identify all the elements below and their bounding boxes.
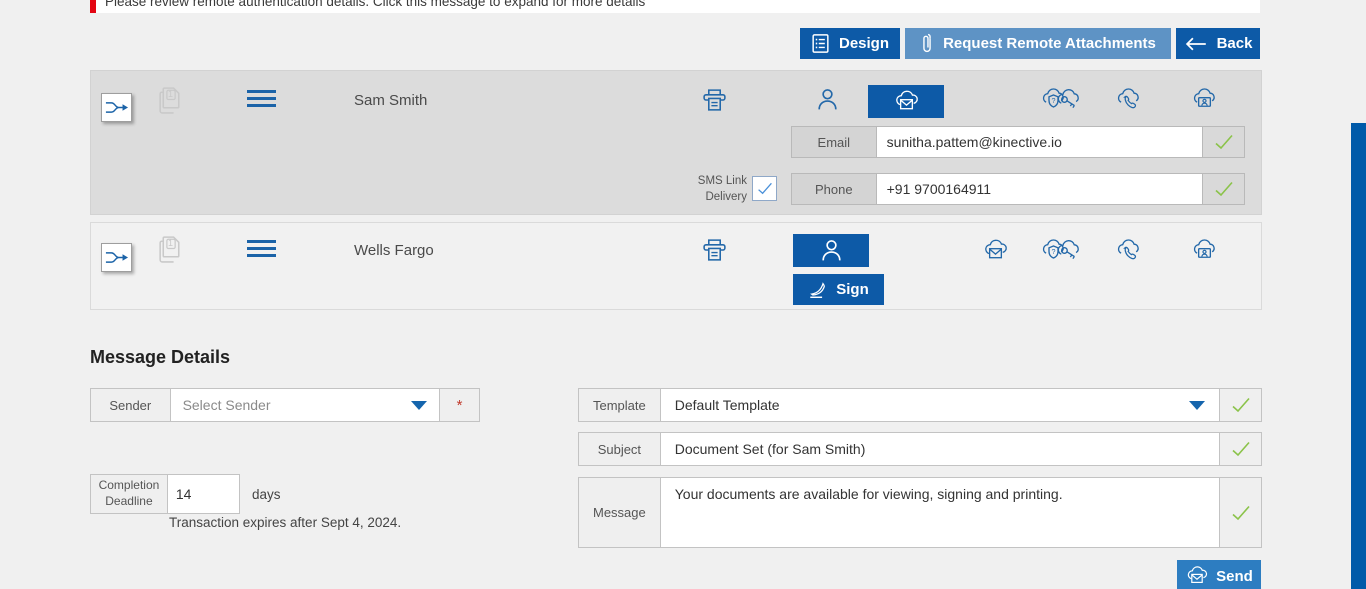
template-valid-cell (1219, 389, 1261, 421)
notification-bar[interactable]: Please review remote authentication deta… (90, 0, 1260, 13)
phone-input[interactable] (877, 174, 1203, 204)
sms-link-delivery-label: SMS Link Delivery (687, 174, 747, 205)
completion-deadline-input[interactable] (176, 486, 231, 502)
sender-label: Sender (91, 389, 171, 421)
merge-arrows-icon (105, 99, 129, 116)
message-textarea[interactable]: Your documents are available for viewing… (675, 478, 1205, 547)
email-field-group: Email (791, 126, 1245, 158)
cloud-envelope-icon (893, 88, 920, 115)
send-button[interactable]: Send (1177, 560, 1261, 589)
subject-valid-cell (1219, 433, 1261, 465)
blue-check-icon (757, 182, 773, 195)
template-value: Default Template (675, 397, 780, 413)
recipient-name: Wells Fargo (354, 242, 434, 259)
printer-icon[interactable] (701, 236, 728, 264)
sender-required-cell: * (439, 389, 479, 421)
reorder-handle[interactable] (247, 90, 276, 111)
green-check-icon (1231, 441, 1251, 457)
notification-accent (90, 0, 96, 13)
merge-recipient-button[interactable] (101, 243, 132, 272)
template-dropdown[interactable]: Default Template (661, 389, 1219, 421)
back-button[interactable]: Back (1176, 28, 1260, 59)
email-valid-cell (1202, 127, 1244, 157)
scrollbar-thumb[interactable] (1351, 123, 1366, 589)
message-row: Message Your documents are available for… (578, 477, 1262, 548)
sender-row: Sender Select Sender * (90, 388, 480, 422)
green-check-icon (1231, 505, 1251, 521)
subject-label: Subject (579, 433, 661, 465)
completion-deadline-label: Completion Deadline (91, 475, 168, 513)
merge-recipient-button[interactable] (101, 93, 132, 122)
send-documents-screen: Please review remote authentication deta… (0, 0, 1366, 589)
subject-row: Subject (578, 432, 1262, 466)
sign-button[interactable]: Sign (793, 274, 884, 305)
remote-email-delivery-selected[interactable] (868, 85, 944, 118)
expiry-note: Transaction expires after Sept 4, 2024. (169, 515, 401, 530)
sender-dropdown[interactable]: Select Sender (171, 389, 440, 421)
chevron-down-icon (1189, 401, 1205, 410)
send-button-label: Send (1216, 568, 1253, 585)
email-label: Email (792, 127, 877, 157)
design-button[interactable]: Design (800, 28, 900, 59)
printer-icon[interactable] (701, 86, 728, 114)
security-question-icon[interactable] (1040, 86, 1067, 113)
document-list-icon (811, 33, 830, 54)
cloud-envelope-icon (1185, 565, 1209, 587)
merge-arrows-icon (105, 249, 129, 266)
sms-link-delivery-checkbox[interactable] (752, 176, 777, 201)
remote-id-verification-icon[interactable] (1191, 86, 1218, 113)
in-person-delivery-selected[interactable] (793, 234, 869, 267)
phone-valid-cell (1202, 174, 1244, 204)
request-remote-attachments-label: Request Remote Attachments (943, 35, 1156, 52)
days-unit-label: days (252, 487, 281, 502)
message-label: Message (579, 478, 661, 547)
document-count-indicator: 1 (157, 233, 184, 264)
completion-deadline-row: Completion Deadline (90, 474, 240, 514)
recipient-row-sam-smith: 1 Sam Smith Email SMS Link Delivery Phon… (90, 70, 1262, 215)
recipient-row-wells-fargo: 1 Wells Fargo Sign (90, 222, 1262, 310)
recipient-name: Sam Smith (354, 92, 427, 109)
document-count: 1 (157, 89, 184, 99)
document-count: 1 (157, 238, 184, 248)
request-remote-attachments-button[interactable]: Request Remote Attachments (905, 28, 1171, 59)
chevron-down-icon (411, 401, 427, 410)
phone-label: Phone (792, 174, 877, 204)
template-label: Template (579, 389, 661, 421)
green-check-icon (1231, 397, 1251, 413)
in-person-delivery-icon[interactable] (814, 86, 841, 113)
phone-auth-icon[interactable] (1115, 86, 1142, 113)
back-button-label: Back (1217, 35, 1253, 52)
subject-input[interactable] (675, 441, 1205, 457)
phone-auth-icon[interactable] (1115, 237, 1142, 264)
template-row: Template Default Template (578, 388, 1262, 422)
phone-field-group: Phone (791, 173, 1245, 205)
remote-email-delivery-icon[interactable] (982, 237, 1009, 264)
person-icon (818, 237, 845, 264)
message-details-heading: Message Details (90, 347, 230, 368)
document-count-indicator: 1 (157, 84, 184, 115)
reorder-handle[interactable] (247, 240, 276, 261)
arrow-left-icon (1184, 36, 1208, 52)
paperclip-icon (920, 32, 934, 56)
message-valid-cell (1219, 478, 1261, 547)
quill-pen-icon (808, 280, 828, 300)
remote-id-verification-icon[interactable] (1191, 237, 1218, 264)
security-question-icon[interactable] (1040, 237, 1067, 264)
sign-button-label: Sign (836, 281, 869, 298)
notification-text: Please review remote authentication deta… (105, 0, 645, 9)
green-check-icon (1214, 181, 1234, 197)
email-input[interactable] (877, 127, 1203, 157)
design-button-label: Design (839, 35, 889, 52)
required-marker: * (457, 397, 463, 414)
sender-placeholder: Select Sender (183, 397, 271, 413)
green-check-icon (1214, 134, 1234, 150)
